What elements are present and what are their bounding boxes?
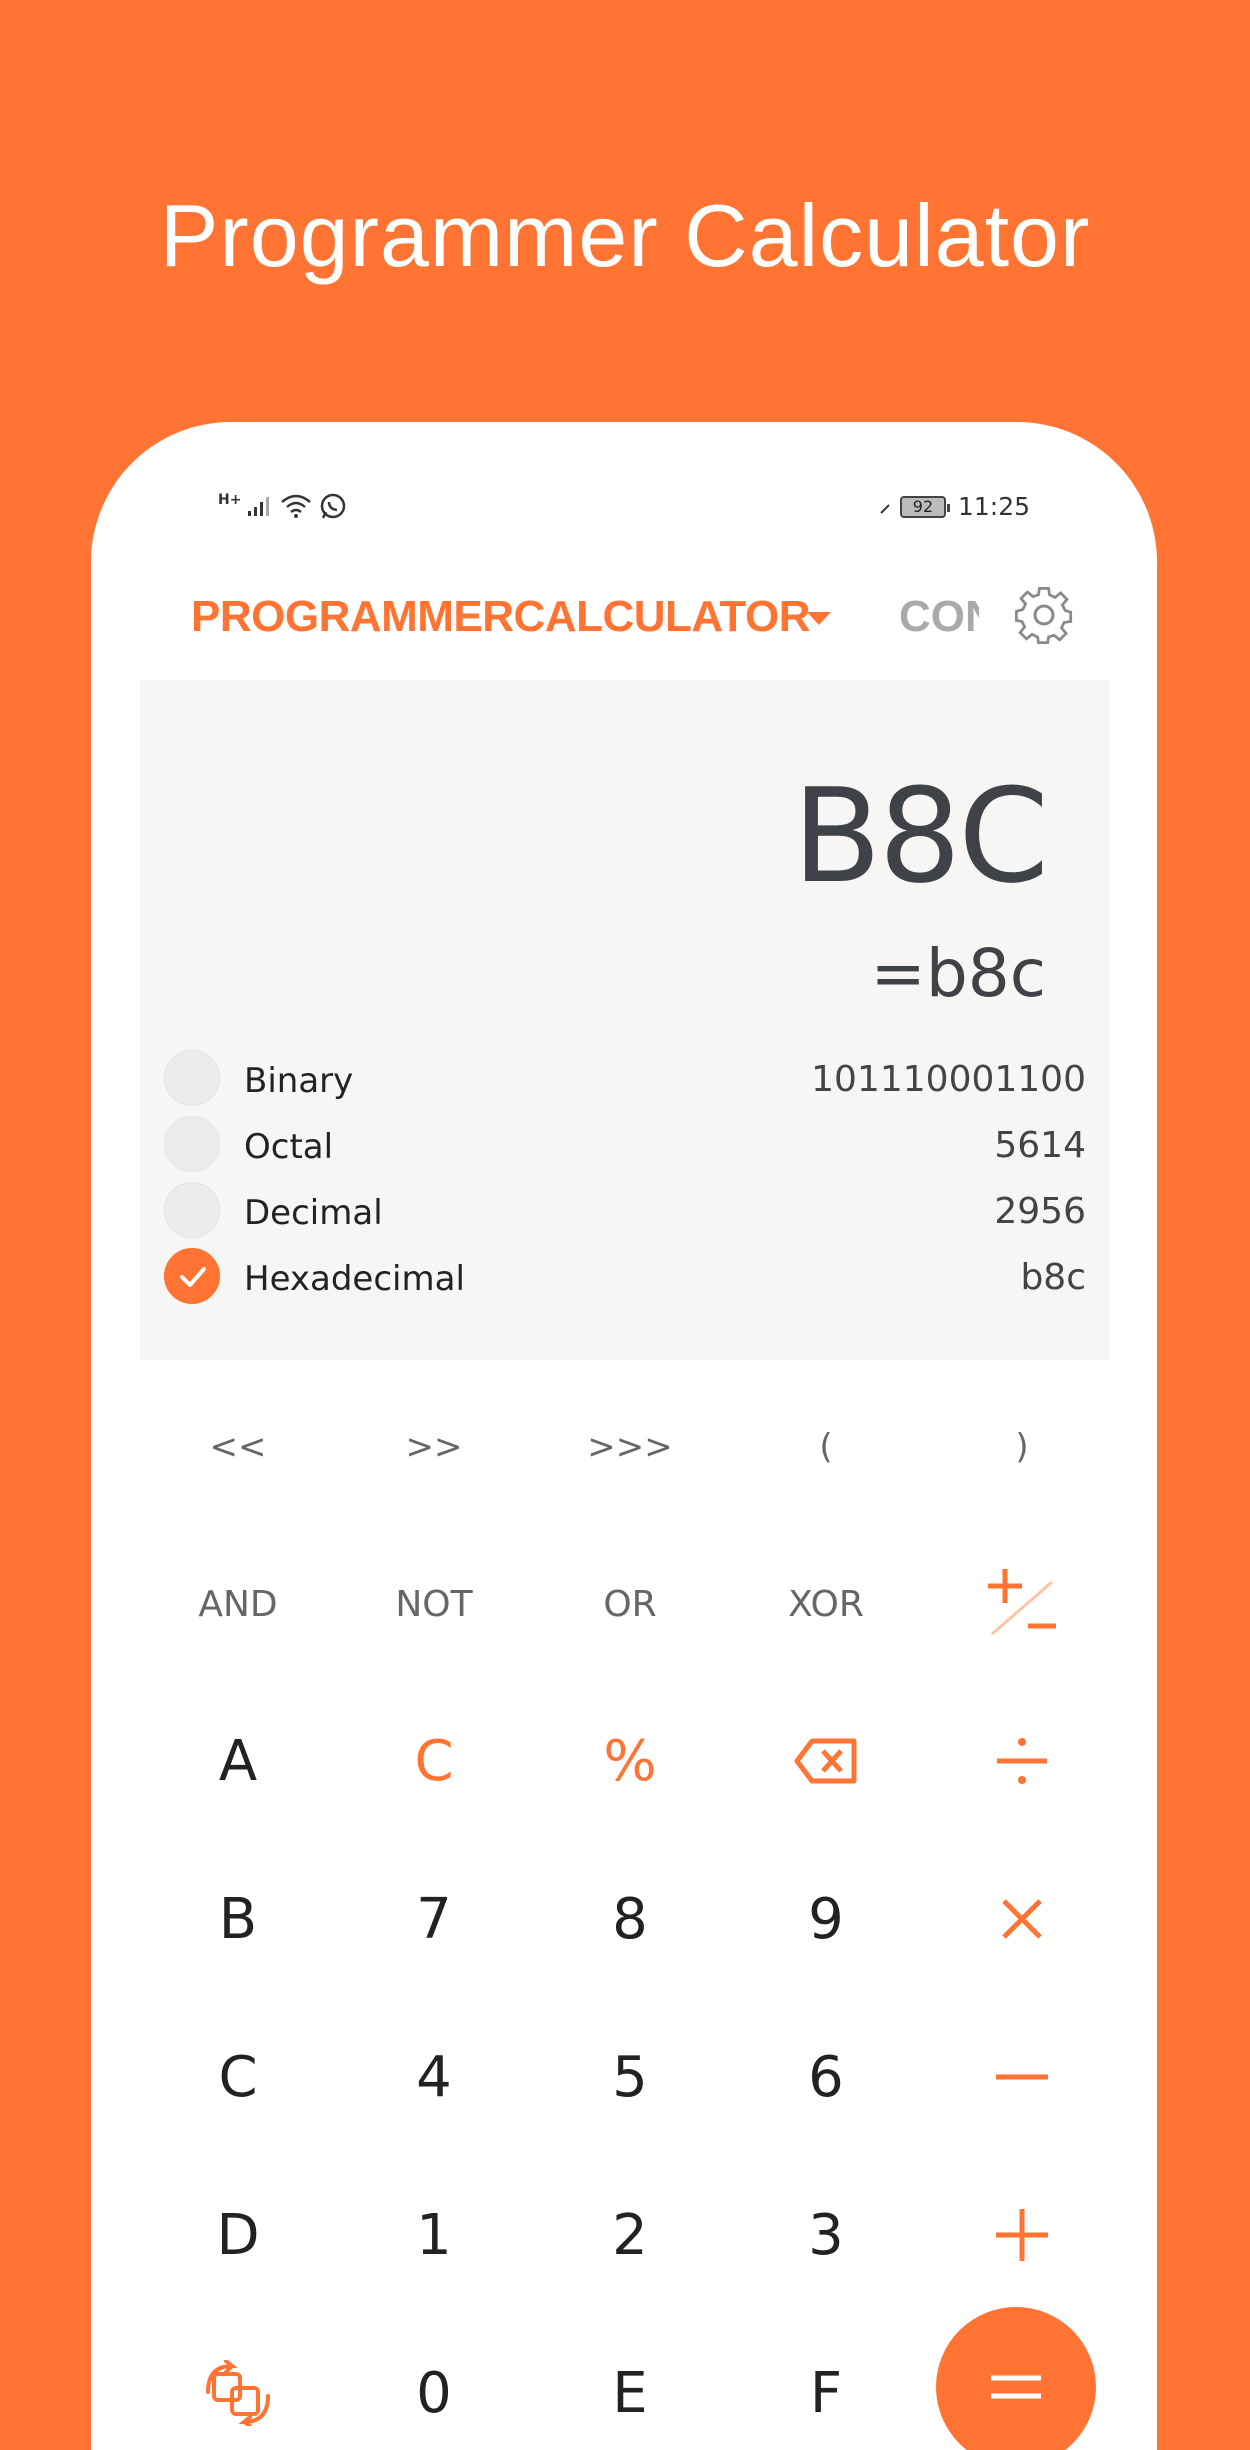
key-c[interactable]: C: [140, 2002, 336, 2152]
base-value: 2956: [994, 1191, 1086, 1232]
radio-octal[interactable]: [164, 1116, 220, 1172]
key-b[interactable]: B: [140, 1844, 336, 1994]
key-backspace[interactable]: [728, 1686, 924, 1836]
check-icon: [180, 1267, 206, 1287]
keypad-row-6: D 1 2 3: [140, 2160, 1120, 2310]
minus-icon: [996, 2074, 1048, 2080]
key-plus[interactable]: [924, 2160, 1120, 2310]
key-3[interactable]: 3: [728, 2160, 924, 2310]
key-xor[interactable]: XOR: [728, 1529, 924, 1679]
base-row-hexadecimal[interactable]: Hexadecimal b8c: [164, 1248, 1086, 1308]
key-close-paren[interactable]: ): [924, 1372, 1120, 1522]
base-value: 101110001100: [811, 1059, 1086, 1100]
status-bar: H+ 92 11:25: [91, 492, 1157, 532]
equals-icon: [991, 2375, 1041, 2399]
key-shift-right[interactable]: >>: [336, 1372, 532, 1522]
key-6[interactable]: 6: [728, 2002, 924, 2152]
key-0[interactable]: 0: [336, 2318, 532, 2450]
swap-icon: [206, 2360, 270, 2426]
base-value: 5614: [994, 1125, 1086, 1166]
key-plus-minus[interactable]: [924, 1529, 1120, 1679]
keypad-row-5: C 4 5 6: [140, 2002, 1120, 2152]
keypad-row-shift: << >> >>> ( ): [140, 1372, 1120, 1522]
key-and[interactable]: AND: [140, 1529, 336, 1679]
key-minus[interactable]: [924, 2002, 1120, 2152]
base-label: Decimal: [244, 1193, 383, 1233]
phone-screen: H+ 92 11:25 PROGRAMMERCALCULATOR CO B8C …: [91, 422, 1157, 2450]
key-2[interactable]: 2: [532, 2160, 728, 2310]
gear-icon[interactable]: [1011, 582, 1077, 648]
status-left: H+: [218, 492, 347, 520]
keypad-row-4: B 7 8 9: [140, 1844, 1120, 1994]
key-d[interactable]: D: [140, 2160, 336, 2310]
headline: Programmer Calculator: [159, 186, 1091, 285]
key-not[interactable]: NOT: [336, 1529, 532, 1679]
key-1[interactable]: 1: [336, 2160, 532, 2310]
battery-icon: 92: [899, 495, 950, 518]
key-4[interactable]: 4: [336, 2002, 532, 2152]
mode-selector[interactable]: PROGRAMMERCALCULATOR: [191, 592, 811, 642]
whatsapp-icon: [321, 493, 346, 519]
bluetooth-icon: [880, 503, 890, 514]
result-display: =b8c: [870, 935, 1046, 1012]
radio-binary[interactable]: [164, 1050, 220, 1106]
base-value: b8c: [1020, 1257, 1086, 1298]
keypad-row-logic: AND NOT OR XOR: [140, 1529, 1120, 1679]
multiply-icon: [1002, 1899, 1042, 1939]
wifi-icon: [281, 494, 312, 518]
dropdown-caret-icon[interactable]: [807, 612, 831, 625]
key-f[interactable]: F: [728, 2318, 924, 2450]
keypad-row-3: A C %: [140, 1686, 1120, 1836]
signal-icon: [248, 497, 270, 516]
top-bar: PROGRAMMERCALCULATOR CONVERTER: [91, 582, 1157, 662]
plus-minus-icon: [988, 1569, 1056, 1636]
key-9[interactable]: 9: [728, 1844, 924, 1994]
key-or[interactable]: OR: [532, 1529, 728, 1679]
network-type: H+: [218, 492, 242, 508]
key-clear[interactable]: C: [336, 1686, 532, 1836]
divide-icon: [997, 1738, 1047, 1784]
base-label: Hexadecimal: [244, 1259, 465, 1299]
base-row-decimal[interactable]: Decimal 2956: [164, 1182, 1086, 1242]
base-label: Binary: [244, 1061, 354, 1101]
key-percent[interactable]: %: [532, 1686, 728, 1836]
key-convert[interactable]: [140, 2318, 336, 2450]
key-divide[interactable]: [924, 1686, 1120, 1836]
clock: 11:25: [957, 492, 1030, 521]
key-5[interactable]: 5: [532, 2002, 728, 2152]
display-panel: B8C =b8c Binary 101110001100 Octal 5614 …: [140, 680, 1110, 1360]
key-8[interactable]: 8: [532, 1844, 728, 1994]
tab-converter[interactable]: CONVERTER: [899, 592, 979, 642]
key-e[interactable]: E: [532, 2318, 728, 2450]
status-right: 92 11:25: [878, 492, 1030, 521]
key-multiply[interactable]: [924, 1844, 1120, 1994]
radio-decimal[interactable]: [164, 1182, 220, 1238]
key-open-paren[interactable]: (: [728, 1372, 924, 1522]
expression-display: B8C: [792, 760, 1049, 912]
key-shift-left[interactable]: <<: [140, 1372, 336, 1522]
base-row-octal[interactable]: Octal 5614: [164, 1116, 1086, 1176]
key-7[interactable]: 7: [336, 1844, 532, 1994]
backspace-icon: [794, 1738, 857, 1784]
base-row-binary[interactable]: Binary 101110001100: [164, 1050, 1086, 1110]
plus-icon: [996, 2209, 1048, 2261]
key-a[interactable]: A: [140, 1686, 336, 1836]
key-unsigned-shift-right[interactable]: >>>: [532, 1372, 728, 1522]
radio-hexadecimal[interactable]: [164, 1248, 220, 1304]
base-label: Octal: [244, 1127, 334, 1167]
